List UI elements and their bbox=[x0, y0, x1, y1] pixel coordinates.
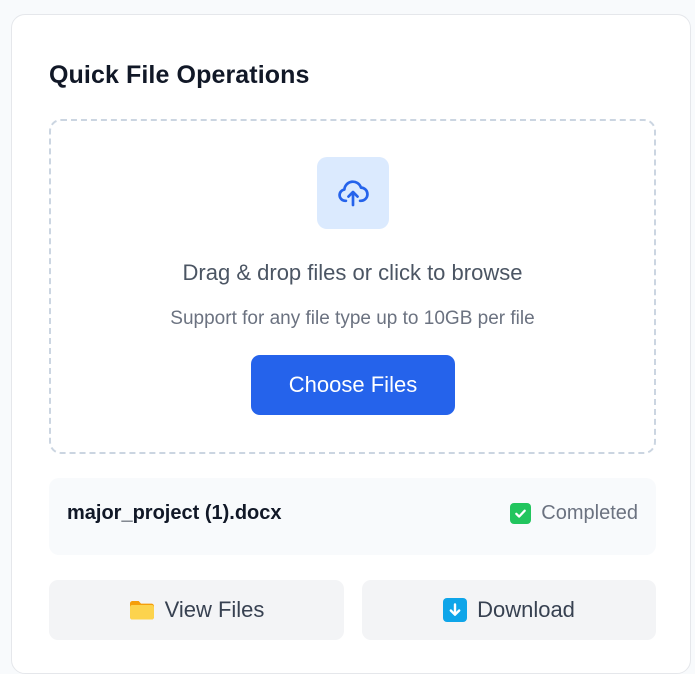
view-files-label: View Files bbox=[164, 597, 265, 622]
folder-icon bbox=[129, 601, 154, 620]
quick-file-operations-card: Quick File Operations Drag & drop files … bbox=[11, 14, 691, 674]
download-label: Download bbox=[477, 597, 575, 622]
view-files-button[interactable]: View Files bbox=[49, 580, 344, 640]
upload-icon-tile bbox=[317, 157, 389, 229]
check-icon bbox=[510, 503, 532, 524]
dropzone-secondary-text: Support for any file type up to 10GB per… bbox=[170, 308, 535, 329]
file-list-item: major_project (1).docx Completed bbox=[49, 478, 656, 555]
status-label: Completed bbox=[541, 502, 638, 524]
dropzone-primary-text: Drag & drop files or click to browse bbox=[182, 260, 523, 285]
download-button[interactable]: Download bbox=[362, 580, 656, 640]
file-name: major_project (1).docx bbox=[67, 502, 282, 524]
cloud-upload-icon bbox=[338, 180, 369, 207]
file-dropzone[interactable]: Drag & drop files or click to browse Sup… bbox=[49, 119, 656, 454]
download-arrow-icon bbox=[443, 598, 468, 622]
choose-files-button[interactable]: Choose Files bbox=[251, 355, 455, 415]
panel-title: Quick File Operations bbox=[49, 61, 310, 89]
status-badge: Completed bbox=[510, 502, 638, 525]
